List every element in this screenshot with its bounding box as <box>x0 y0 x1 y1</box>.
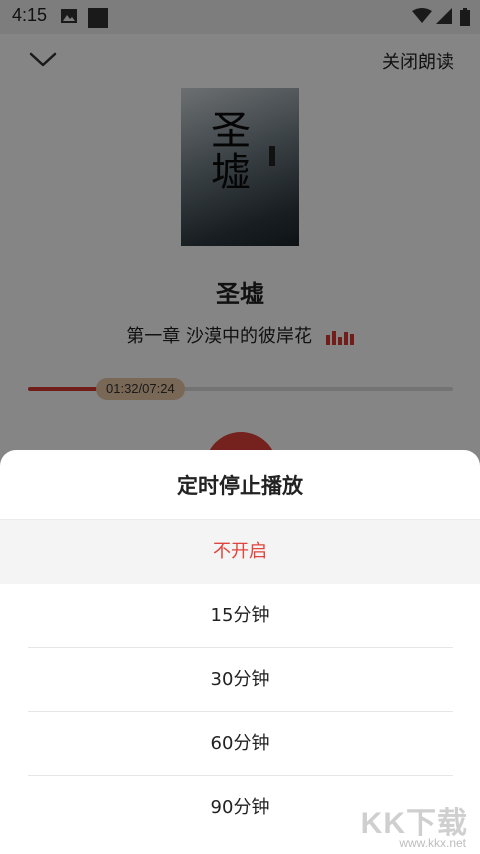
sheet-title: 定时停止播放 <box>177 474 303 498</box>
timer-option-30[interactable]: 30分钟 <box>0 648 480 712</box>
sleep-timer-sheet: 定时停止播放 不开启 15分钟 30分钟 60分钟 90分钟 KK下载 www.… <box>0 450 480 854</box>
timer-option-60[interactable]: 60分钟 <box>0 712 480 776</box>
watermark-url: www.kkx.net <box>399 836 466 850</box>
timer-option-off[interactable]: 不开启 <box>0 520 480 584</box>
site-watermark: KK下载 www.kkx.net <box>346 796 472 850</box>
timer-option-15[interactable]: 15分钟 <box>0 584 480 648</box>
